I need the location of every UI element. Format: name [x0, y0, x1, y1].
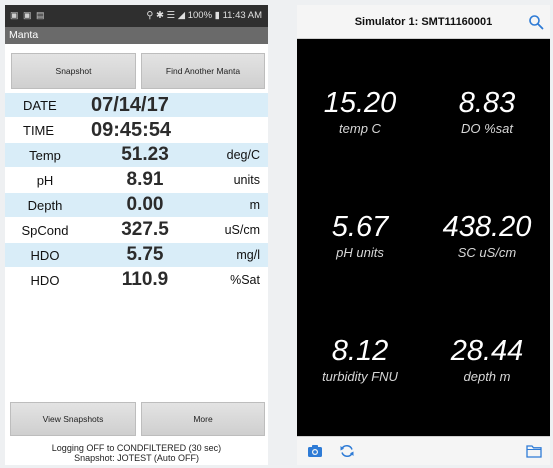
tile-sc[interactable]: 438.20 SC uS/cm [424, 211, 550, 260]
view-snapshots-button[interactable]: View Snapshots [10, 402, 136, 436]
date-value: 07/14/17 [91, 94, 169, 116]
reading-row-hdo-mgl: HDO 5.75 mg/l [5, 243, 268, 268]
tile-turbidity[interactable]: 8.12 turbidity FNU [297, 335, 423, 384]
simulator-title: Simulator 1: SMT11160001 [354, 16, 493, 28]
simulator-app-screen: Simulator 1: SMT11160001 15.20 temp C 8.… [297, 5, 550, 465]
manta-app-screen: ▣ ▣ ▤ ⚲ ✱ ☰ ◢ 100% ▮ 11:43 AM Manta Snap… [5, 5, 268, 465]
reading-label: pH [36, 173, 54, 188]
signal-icons: ⚲ ✱ ☰ ◢ [146, 10, 188, 21]
reading-value: 5.75 [126, 244, 164, 265]
battery-icon: ▮ [212, 10, 223, 21]
reading-label: Depth [27, 198, 63, 213]
date-label: DATE [23, 98, 57, 113]
time-value: 09:45:54 [91, 119, 172, 141]
tile-value: 438.20 [442, 211, 532, 243]
reading-unit: %Sat [230, 273, 260, 287]
reading-unit: mg/l [236, 248, 260, 262]
simulator-header: Simulator 1: SMT11160001 [297, 5, 550, 39]
logging-status: Logging OFF to CONDFILTERED (30 sec) [51, 443, 222, 453]
tile-label: temp C [339, 121, 381, 136]
readings-table: DATE 07/14/17 TIME 09:45:54 Temp 51.23 d… [5, 93, 268, 293]
find-another-manta-button[interactable]: Find Another Manta [141, 53, 265, 89]
tile-ph[interactable]: 5.67 pH units [297, 211, 423, 260]
reading-value: 8.91 [126, 169, 164, 190]
refresh-icon[interactable] [339, 444, 355, 458]
camera-icon[interactable] [307, 444, 323, 458]
tile-label: SC uS/cm [457, 245, 517, 260]
snapshot-status: Snapshot: JOTEST (Auto OFF) [74, 453, 199, 463]
battery-level: 100% [187, 10, 213, 21]
reading-label: HDO [30, 248, 60, 263]
reading-label: Temp [29, 148, 61, 163]
tile-temp[interactable]: 15.20 temp C [297, 87, 423, 136]
reading-unit: units [233, 173, 260, 187]
reading-label: SpCond [21, 223, 69, 238]
tile-label: DO %sat [460, 121, 513, 136]
tile-label: turbidity FNU [322, 369, 398, 384]
reading-unit: uS/cm [224, 223, 260, 237]
tile-do[interactable]: 8.83 DO %sat [424, 87, 550, 136]
reading-value: 51.23 [121, 144, 169, 165]
app-title-bar: Manta [5, 27, 268, 44]
android-status-bar: ▣ ▣ ▤ ⚲ ✱ ☰ ◢ 100% ▮ 11:43 AM [5, 5, 268, 27]
clock: 11:43 AM [222, 10, 262, 21]
tile-value: 8.12 [331, 335, 389, 367]
tile-value: 28.44 [450, 335, 524, 367]
reading-label: HDO [30, 273, 60, 288]
tile-label: depth m [463, 369, 511, 384]
search-icon[interactable] [528, 14, 544, 30]
time-label: TIME [23, 123, 55, 138]
folder-icon[interactable] [526, 444, 542, 458]
notification-icons: ▣ ▣ ▤ [10, 10, 46, 20]
reading-unit: deg/C [226, 148, 260, 162]
reading-unit: m [249, 198, 260, 212]
tile-value: 8.83 [458, 87, 516, 119]
more-button[interactable]: More [141, 402, 265, 436]
reading-row-depth: Depth 0.00 m [5, 193, 268, 218]
reading-row-spcond: SpCond 327.5 uS/cm [5, 218, 268, 243]
tile-depth[interactable]: 28.44 depth m [424, 335, 550, 384]
reading-row-temp: Temp 51.23 deg/C [5, 143, 268, 168]
reading-value: 327.5 [121, 219, 169, 240]
reading-value: 110.9 [121, 269, 169, 290]
tile-value: 5.67 [331, 211, 389, 243]
status-right: ⚲ ✱ ☰ ◢ 100% ▮ 11:43 AM [146, 10, 262, 21]
time-row: TIME 09:45:54 [5, 118, 268, 143]
reading-value: 0.00 [126, 194, 164, 215]
tile-label: pH units [336, 245, 384, 260]
reading-row-hdo-sat: HDO 110.9 %Sat [5, 268, 268, 293]
tile-value: 15.20 [323, 87, 397, 119]
reading-row-ph: pH 8.91 units [5, 168, 268, 193]
app-title: Manta [9, 29, 39, 41]
date-row: DATE 07/14/17 [5, 93, 268, 118]
snapshot-button[interactable]: Snapshot [11, 53, 136, 89]
simulator-toolbar [297, 436, 550, 465]
